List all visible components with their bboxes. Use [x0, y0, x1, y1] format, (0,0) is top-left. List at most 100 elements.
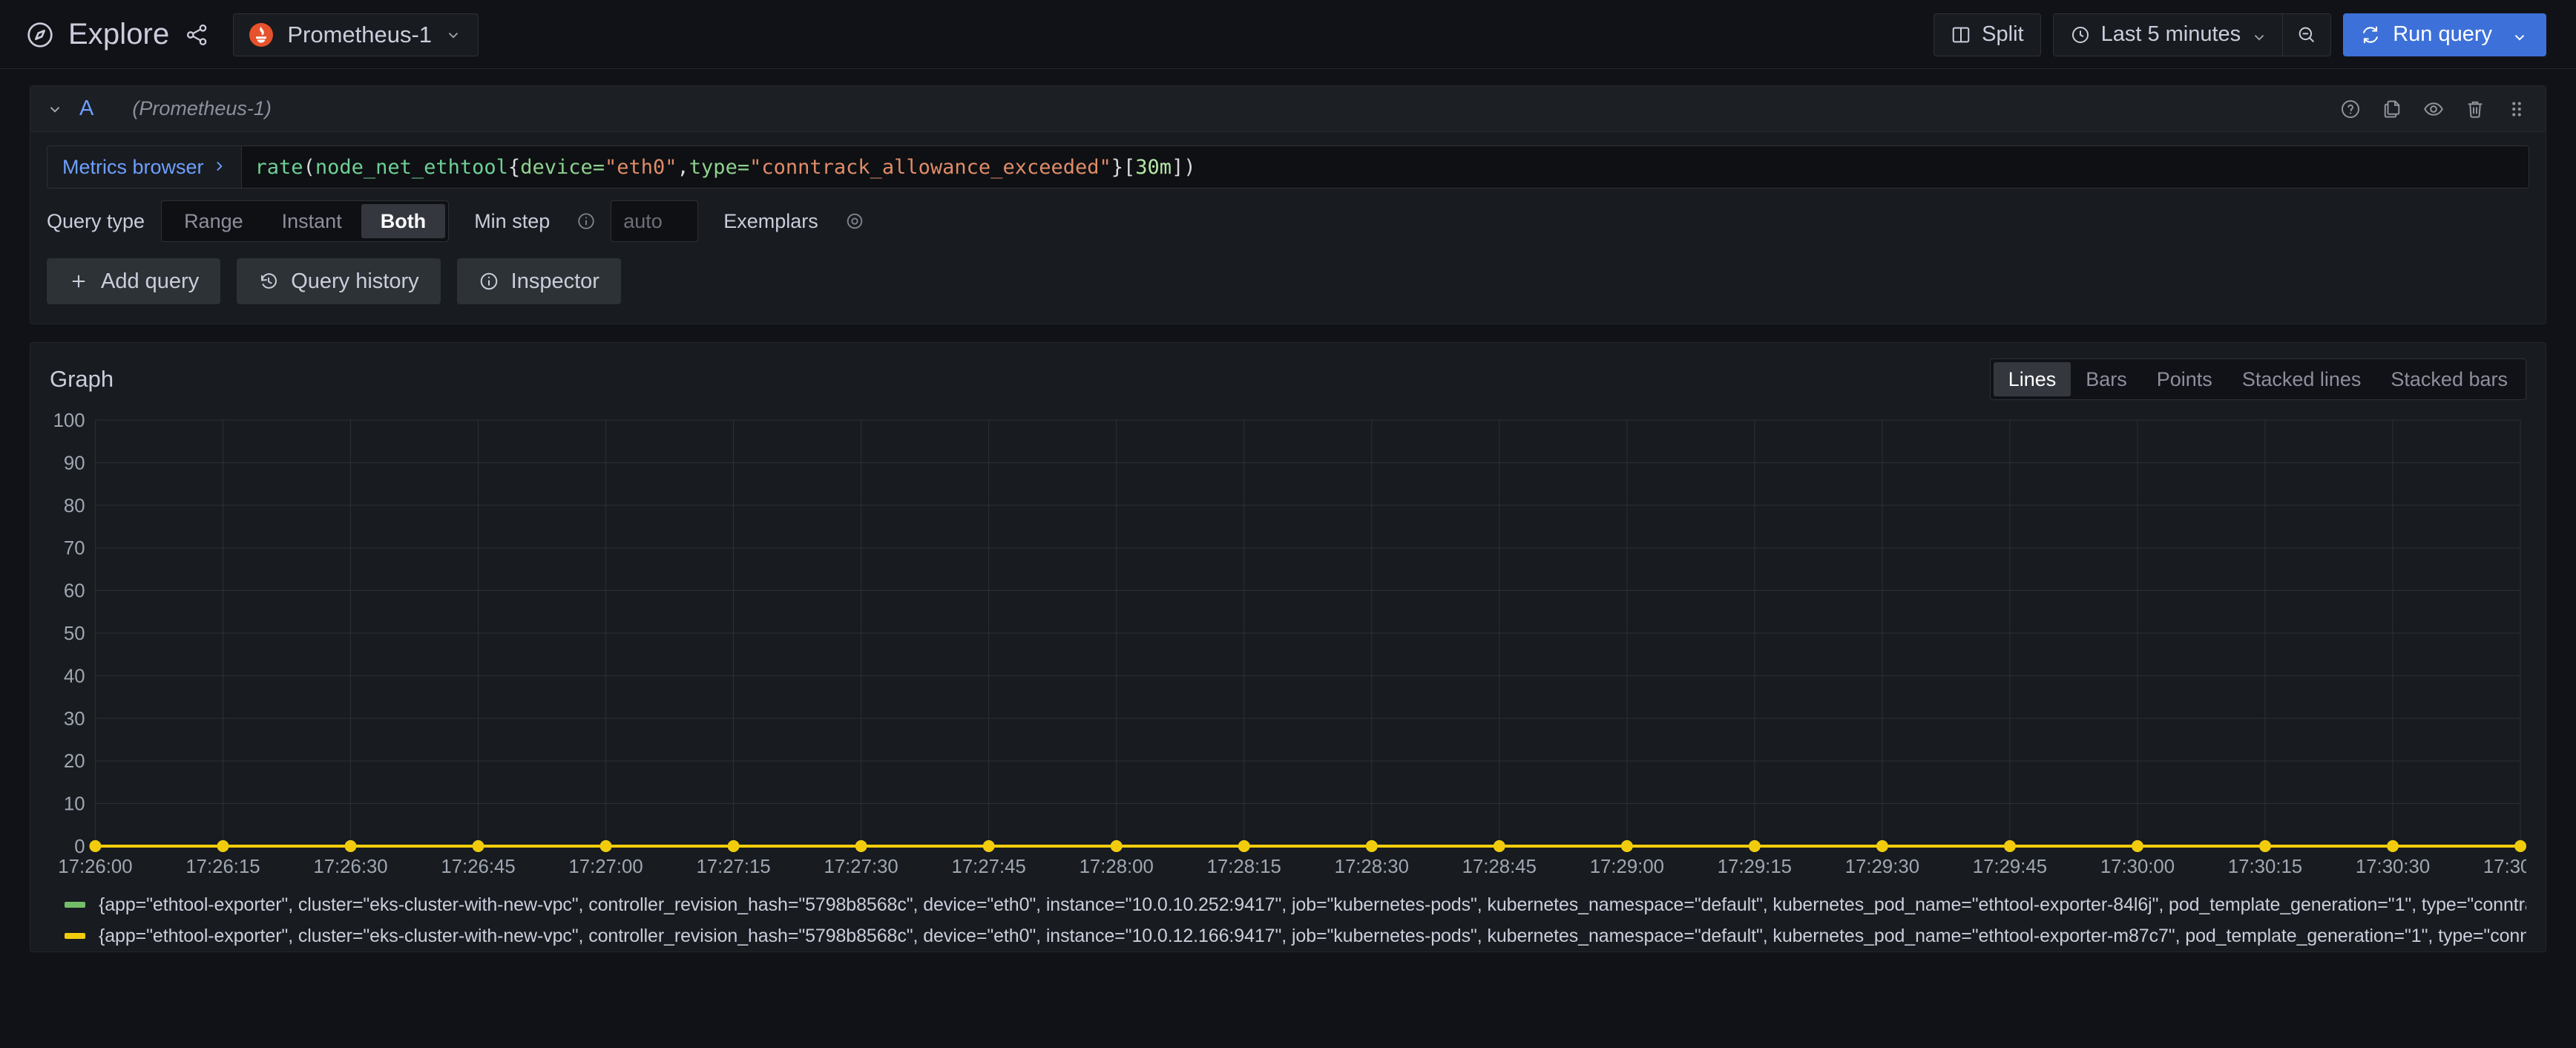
query-type-option-instant[interactable]: Instant — [263, 204, 361, 238]
datasource-picker[interactable]: Prometheus-1 — [233, 13, 479, 56]
metrics-browser-label: Metrics browser — [62, 155, 204, 178]
y-axis-tick-label: 0 — [74, 836, 85, 857]
trash-icon[interactable] — [2464, 98, 2486, 120]
series-point — [89, 840, 102, 852]
query-editor-card: A (Prometheus-1) Metrics browser rate(no… — [30, 85, 2546, 324]
viz-option-stacked-bars[interactable]: Stacked bars — [2376, 362, 2523, 396]
drag-handle-icon[interactable] — [2506, 98, 2528, 120]
x-axis-tick-label: 17:28:00 — [1080, 857, 1154, 877]
query-type-radio-group[interactable]: Range Instant Both — [161, 200, 450, 242]
add-query-label: Add query — [101, 269, 200, 293]
y-axis-tick-label: 10 — [64, 794, 85, 815]
x-axis-tick-label: 17:27:30 — [824, 857, 898, 877]
help-icon[interactable] — [2339, 98, 2362, 120]
timeseries-chart[interactable]: 0 10 20 30 40 50 60 70 80 90 100 17:26:00 17:26:15 17… — [50, 410, 2526, 885]
y-axis-tick-label: 60 — [64, 581, 85, 602]
add-query-button[interactable]: Add query — [47, 258, 221, 304]
top-navigation-bar: Explore Prometheus-1 Split Last 5 minute… — [0, 0, 2576, 69]
split-button-label: Split — [1982, 22, 2024, 46]
graph-panel: Graph Lines Bars Points Stacked lines Stacke… — [30, 342, 2546, 952]
query-history-label: Query history — [291, 269, 419, 293]
expression-token: "eth0" — [604, 155, 677, 179]
viz-option-stacked-lines[interactable]: Stacked lines — [2227, 362, 2376, 396]
nav-left-group: Explore Prometheus-1 — [25, 13, 479, 56]
query-type-option-both[interactable]: Both — [361, 204, 446, 238]
visualization-type-toggle[interactable]: Lines Bars Points Stacked lines Stacked bars — [1989, 358, 2526, 400]
y-axis-tick-label: 70 — [64, 538, 85, 559]
query-expression-input[interactable]: rate(node_net_ethtool{device="eth0",type… — [240, 145, 2529, 189]
x-axis-tick-label: 17:27:15 — [696, 857, 770, 877]
query-actions-row: Add query Query history Inspector — [30, 258, 2546, 324]
series-point — [982, 840, 995, 852]
eye-icon[interactable] — [2422, 98, 2445, 120]
min-step-label: Min step — [474, 209, 551, 232]
viz-option-bars[interactable]: Bars — [2071, 362, 2142, 396]
query-history-button[interactable]: Query history — [237, 258, 441, 304]
x-axis-tick-label: 17:27:00 — [568, 857, 643, 877]
query-type-option-range[interactable]: Range — [165, 204, 263, 238]
series-point — [599, 840, 612, 852]
x-axis-tick-label: 17:28:45 — [1462, 857, 1537, 877]
query-editor-header: A (Prometheus-1) — [30, 86, 2546, 132]
metrics-browser-button[interactable]: Metrics browser — [47, 145, 241, 189]
expression-token: } — [1111, 155, 1124, 179]
legend-item[interactable]: {app="ethtool-exporter", cluster="eks-cl… — [50, 889, 2526, 920]
x-axis-tick-label: 17:28:15 — [1207, 857, 1281, 877]
explore-content: A (Prometheus-1) Metrics browser rate(no… — [0, 85, 2576, 952]
x-axis-tick-label: 17:30:30 — [2356, 857, 2430, 877]
min-step-input[interactable] — [611, 200, 699, 242]
viz-option-lines[interactable]: Lines — [1993, 362, 2071, 396]
graph-plot-area[interactable]: 0 10 20 30 40 50 60 70 80 90 100 17:26:00 17:26:15 17… — [50, 410, 2526, 885]
prometheus-logo — [249, 22, 274, 48]
legend-item[interactable]: {app="ethtool-exporter", cluster="eks-cl… — [50, 920, 2526, 952]
inspector-button[interactable]: Inspector — [456, 258, 621, 304]
series-point — [344, 840, 357, 852]
series-point — [1493, 840, 1505, 852]
series-point — [1238, 840, 1250, 852]
exemplar-target-icon[interactable] — [845, 212, 864, 231]
clock-icon — [2070, 24, 2091, 45]
share-nodes-icon[interactable] — [184, 22, 209, 48]
legend-label: {app="ethtool-exporter", cluster="eks-cl… — [99, 894, 2526, 915]
zoom-out-button[interactable] — [2282, 13, 2332, 56]
time-range-picker[interactable]: Last 5 minutes — [2052, 13, 2283, 56]
expression-token: device= — [520, 155, 605, 179]
series-point — [2004, 840, 2016, 852]
x-axis-tick-label: 17:29:00 — [1590, 857, 1664, 877]
y-axis-tick-label: 100 — [53, 410, 85, 431]
info-circle-icon[interactable] — [576, 212, 596, 231]
expression-token: [ — [1123, 155, 1136, 179]
expression-token: , — [677, 155, 689, 179]
chevron-down-icon[interactable] — [47, 101, 63, 117]
series-point — [472, 840, 484, 852]
x-axis-tick-label: 17:30:45 — [2483, 857, 2526, 877]
legend-label: {app="ethtool-exporter", cluster="eks-cl… — [99, 925, 2526, 946]
expression-token: node_net_ethtool — [315, 155, 508, 179]
query-expression-row: Metrics browser rate(node_net_ethtool{de… — [30, 132, 2546, 189]
query-header-actions — [2339, 98, 2528, 120]
expression-token: ] — [1172, 155, 1184, 179]
y-axis-tick-label: 80 — [64, 496, 85, 517]
series-point — [727, 840, 740, 852]
expression-token: ( — [303, 155, 315, 179]
graph-legend: {app="ethtool-exporter", cluster="eks-cl… — [50, 885, 2526, 952]
legend-color-swatch — [65, 933, 85, 939]
run-query-button[interactable]: Run query — [2343, 13, 2546, 56]
split-button[interactable]: Split — [1933, 13, 2041, 56]
time-range-group: Last 5 minutes — [2052, 13, 2332, 56]
chevron-down-icon[interactable] — [2511, 27, 2528, 43]
run-query-label: Run query — [2393, 22, 2492, 46]
series-1 — [89, 840, 2526, 852]
series-point — [1365, 840, 1378, 852]
x-axis-tick-label: 17:29:15 — [1718, 857, 1792, 877]
series-point — [1748, 840, 1761, 852]
x-axis-tick-label: 17:26:15 — [185, 857, 260, 877]
viz-option-points[interactable]: Points — [2142, 362, 2227, 396]
y-axis-tick-label: 30 — [64, 709, 85, 730]
series-point — [2387, 840, 2399, 852]
graph-panel-title: Graph — [50, 366, 114, 392]
query-ref-id[interactable]: A — [79, 96, 93, 121]
series-point — [2259, 840, 2271, 852]
copy-icon[interactable] — [2381, 98, 2403, 120]
chevron-down-icon — [2251, 27, 2267, 43]
